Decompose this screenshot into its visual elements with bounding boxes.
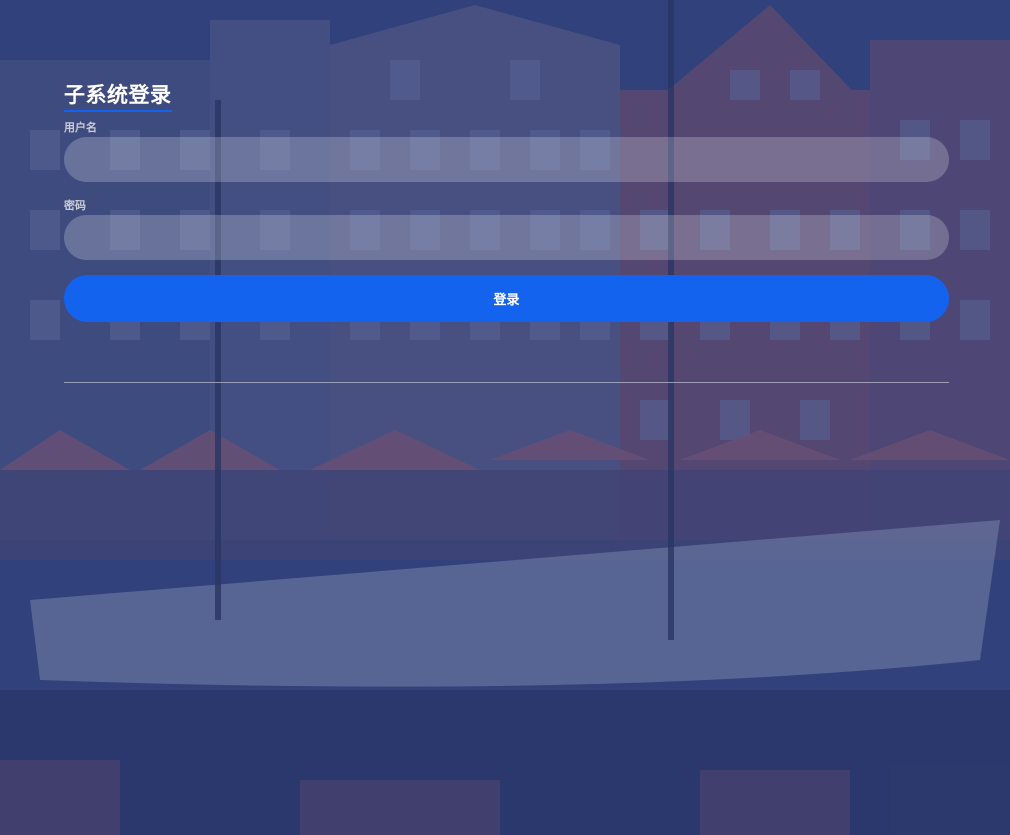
login-panel: 子系统登录 用户名 密码 登录 — [64, 82, 949, 383]
password-input[interactable] — [64, 215, 949, 260]
username-label: 用户名 — [64, 121, 97, 134]
divider — [64, 382, 949, 383]
page-title: 子系统登录 — [64, 82, 172, 112]
password-label: 密码 — [64, 199, 86, 212]
username-input[interactable] — [64, 137, 949, 182]
login-button[interactable]: 登录 — [64, 275, 949, 322]
